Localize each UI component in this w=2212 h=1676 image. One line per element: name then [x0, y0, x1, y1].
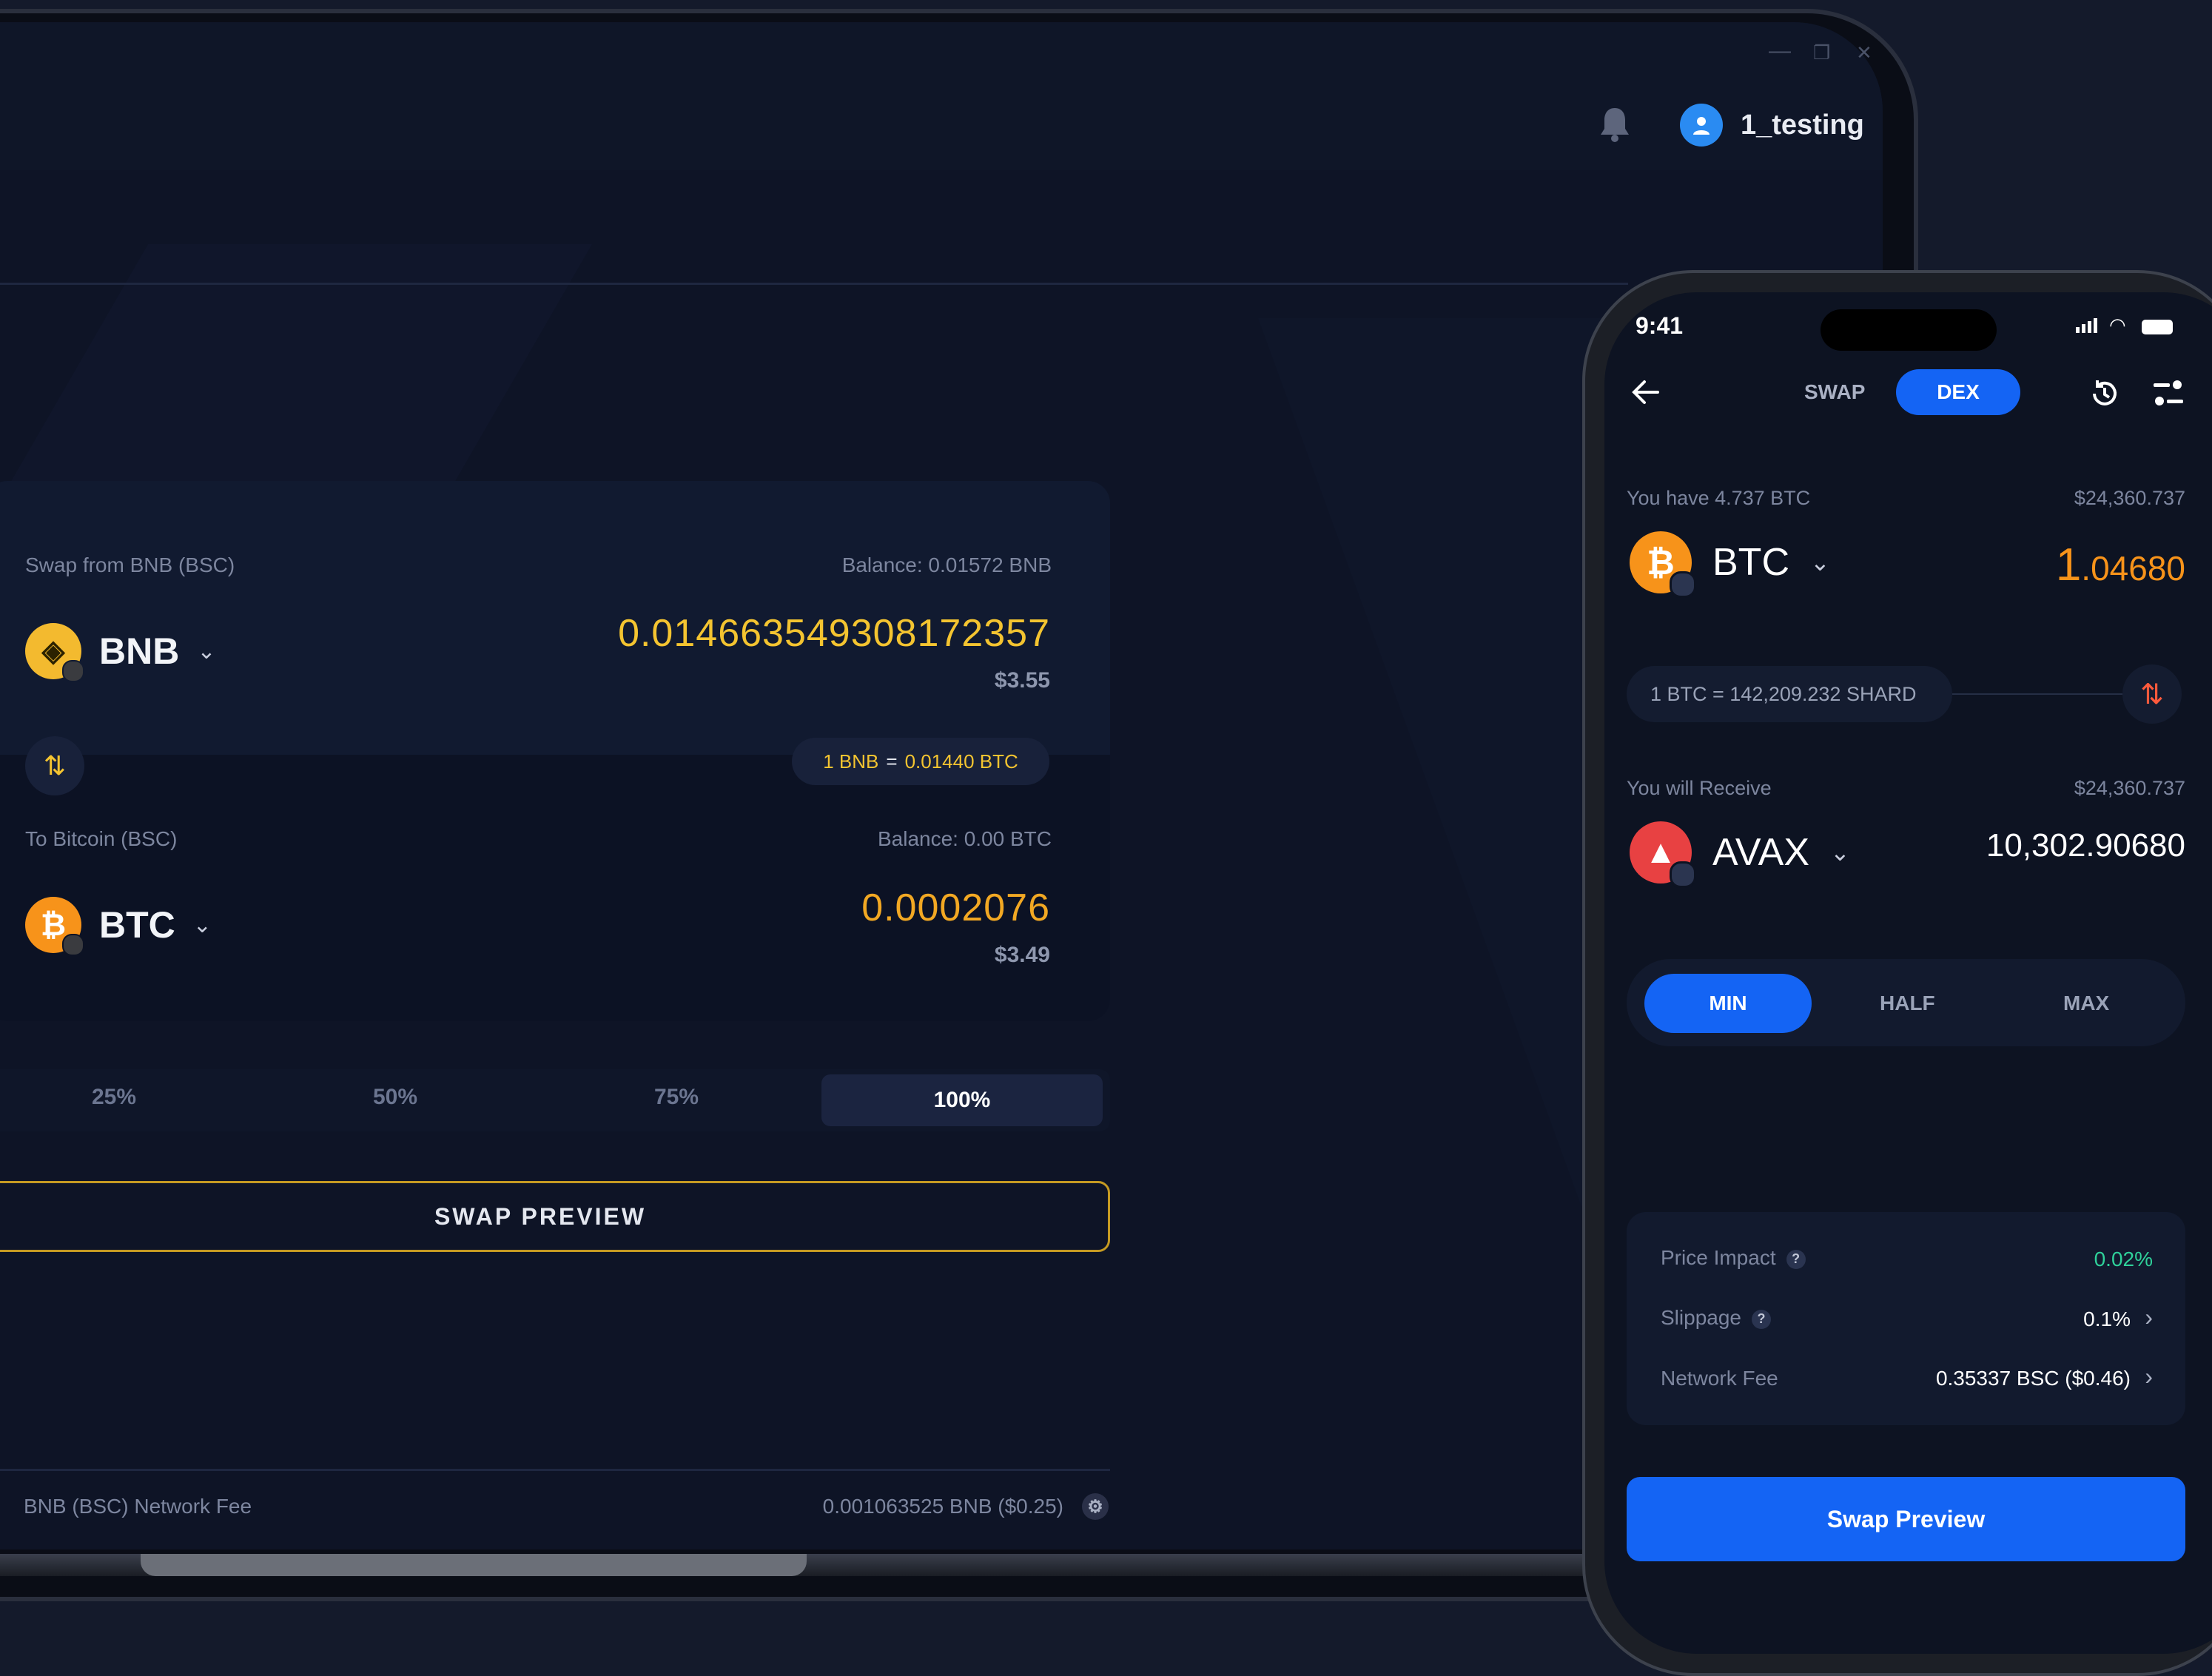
amount-decimal: .04680	[2081, 549, 2185, 588]
tab-dex[interactable]: DEX	[1896, 369, 2020, 415]
swap-arrows-icon: ⇅	[43, 750, 67, 781]
half-button[interactable]: HALF	[1880, 992, 1935, 1015]
receive-label: You will Receive	[1627, 777, 1772, 799]
slippage-value[interactable]: 0.1%	[2083, 1308, 2131, 1331]
from-token-name: BNB	[99, 630, 180, 672]
price-impact-value: 0.02%	[2094, 1248, 2153, 1271]
price-impact-label: Price Impact	[1661, 1246, 1776, 1269]
divider	[0, 1469, 1110, 1471]
rate-left: 1 BNB	[823, 750, 879, 773]
network-fee-value: 0.001063525 BNB ($0.25)	[822, 1495, 1063, 1518]
btc-icon: ₿	[1630, 531, 1696, 598]
avax-icon: ▲	[1630, 821, 1696, 888]
swap-to-label: To Bitcoin (BSC)	[25, 827, 178, 850]
bell-icon[interactable]	[1599, 105, 1631, 144]
user-icon	[1693, 117, 1710, 135]
max-button[interactable]: MAX	[2063, 992, 2109, 1015]
to-token-name: BTC	[99, 904, 175, 946]
signal-icon	[2076, 318, 2097, 333]
to-balance: Balance: 0.00 BTC	[877, 827, 1052, 850]
dynamic-island	[1821, 309, 1997, 351]
from-token-selector[interactable]: ◈ BNB ⌄	[25, 623, 216, 682]
chevron-down-icon: ⌄	[192, 912, 212, 938]
restore-icon[interactable]: ❐	[1813, 41, 1830, 64]
help-icon[interactable]: ?	[1751, 1309, 1771, 1329]
swap-arrows-icon: ⇅	[2140, 679, 2164, 710]
btc-icon: ₿	[25, 897, 84, 956]
close-icon[interactable]: ✕	[1856, 41, 1872, 64]
percent-100-button[interactable]: 100%	[821, 1074, 1103, 1126]
from-usd-value: $3.55	[994, 668, 1050, 693]
swap-preview-button[interactable]: SWAP PREVIEW	[0, 1181, 1110, 1252]
rate-right: 0.01440 BTC	[904, 750, 1018, 773]
minimize-icon[interactable]: —	[1769, 38, 1791, 64]
exchange-rate-badge: 1 BTC = 142,209.232 SHARD	[1627, 666, 1952, 722]
slippage-label: Slippage	[1661, 1306, 1741, 1329]
min-button[interactable]: MIN	[1644, 974, 1812, 1033]
battery-icon	[2142, 320, 2173, 334]
help-icon[interactable]: ?	[1786, 1249, 1806, 1269]
swap-from-label: Swap from BNB (BSC)	[25, 553, 235, 576]
divider	[1952, 693, 2122, 695]
amount-integer: 1	[2055, 539, 2082, 590]
swap-direction-button[interactable]: ⇅	[2122, 664, 2182, 724]
percent-25-button[interactable]: 25%	[92, 1085, 136, 1110]
network-fee-label: BNB (BSC) Network Fee	[24, 1495, 252, 1518]
chevron-down-icon: ⌄	[197, 639, 216, 664]
exchange-rate-badge: 1 BNB = 0.01440 BTC	[792, 738, 1049, 785]
network-fee-value[interactable]: 0.35337 BSC ($0.46)	[1936, 1367, 2131, 1390]
status-time: 9:41	[1636, 312, 1684, 339]
rate-equals: =	[886, 750, 898, 773]
from-balance: Balance: 0.01572 BNB	[841, 553, 1052, 576]
swap-preview-button[interactable]: Swap Preview	[1627, 1477, 2185, 1561]
from-amount-input[interactable]: 0.014663549308172357	[618, 611, 1050, 656]
chevron-down-icon: ⌄	[1830, 839, 1850, 866]
from-token-name: BTC	[1712, 541, 1789, 584]
laptop-hinge	[141, 1554, 807, 1576]
to-usd-value: $3.49	[994, 943, 1050, 967]
gear-icon[interactable]: ⚙	[1082, 1493, 1109, 1520]
from-token-selector[interactable]: ₿ BTC ⌄	[1630, 531, 1830, 598]
to-amount: 10,302.90680	[1986, 827, 2185, 864]
from-usd-value: $24,360.737	[2074, 487, 2185, 509]
flip-direction-button[interactable]: ⇅	[25, 736, 84, 795]
tab-swap[interactable]: SWAP	[1804, 380, 1865, 404]
desktop-header	[0, 22, 1883, 170]
divider	[0, 283, 1628, 285]
to-usd-value: $24,360.737	[2074, 777, 2185, 799]
to-token-selector[interactable]: ₿ BTC ⌄	[25, 897, 212, 956]
wifi-icon: ◠	[2109, 314, 2126, 336]
chevron-down-icon: ⌄	[1810, 549, 1830, 576]
slippage-row: Slippage?	[1661, 1306, 1771, 1330]
username[interactable]: 1_testing	[1741, 110, 1864, 141]
price-impact-row: Price Impact?	[1661, 1246, 1806, 1270]
network-fee-label: Network Fee	[1661, 1367, 1778, 1390]
bnb-icon: ◈	[25, 623, 84, 682]
chevron-right-icon[interactable]: ›	[2145, 1363, 2153, 1390]
you-have-label: You have 4.737 BTC	[1627, 487, 1811, 509]
percent-50-button[interactable]: 50%	[373, 1085, 417, 1110]
back-arrow-icon[interactable]	[1631, 379, 1661, 405]
from-amount-input[interactable]: 1.04680	[2056, 539, 2185, 591]
chevron-right-icon[interactable]: ›	[2145, 1304, 2153, 1331]
percent-75-button[interactable]: 75%	[654, 1085, 699, 1110]
history-icon[interactable]	[2087, 376, 2122, 411]
avatar[interactable]	[1680, 104, 1723, 147]
to-amount: 0.0002076	[861, 886, 1050, 929]
settings-sliders-icon[interactable]	[2152, 377, 2185, 410]
to-token-name: AVAX	[1712, 831, 1810, 874]
to-token-selector[interactable]: ▲ AVAX ⌄	[1630, 821, 1850, 888]
